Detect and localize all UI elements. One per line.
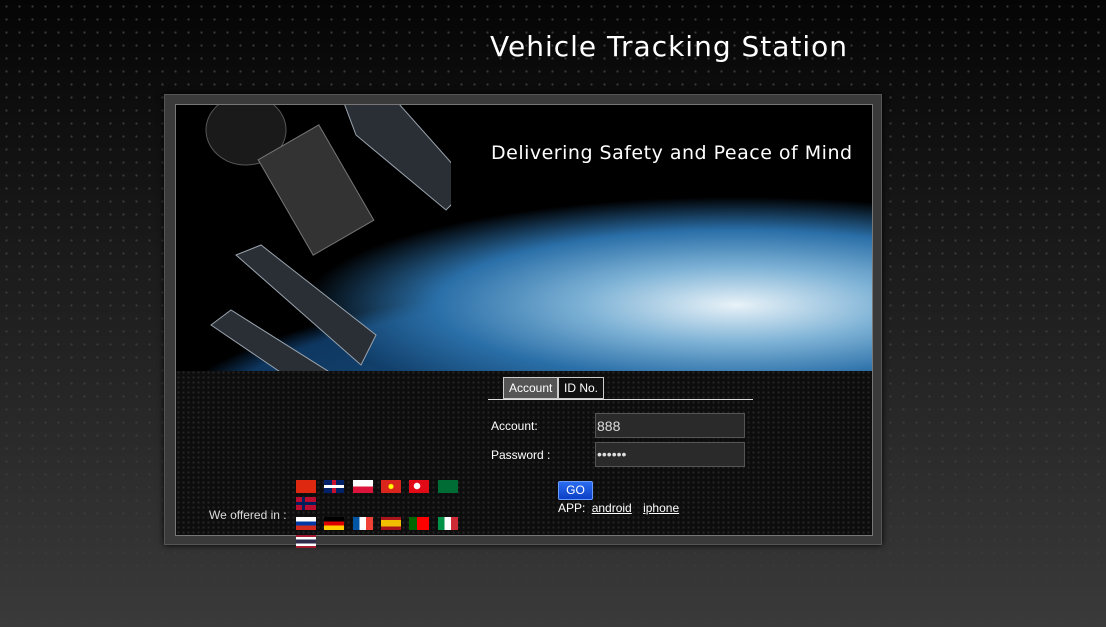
password-input[interactable]: •••••• [595,442,745,467]
flag-portugal-icon[interactable] [409,517,429,530]
site-title: Vehicle Tracking Station [490,30,849,63]
tab-id-no[interactable]: ID No. [558,377,605,399]
flag-saudi-arabia-icon[interactable] [438,480,458,493]
login-panel: Delivering Safety and Peace of Mind Acco… [164,94,882,548]
flag-vietnam-icon[interactable] [381,480,401,493]
flag-united-kingdom-icon[interactable] [324,480,344,493]
panel-inner: Delivering Safety and Peace of Mind Acco… [175,104,873,548]
flag-france-icon[interactable] [353,517,373,530]
password-label: Password : [491,448,551,462]
tab-account[interactable]: Account [503,377,559,399]
flag-china-icon[interactable] [296,480,316,493]
android-link[interactable]: android [592,501,632,515]
flag-norway-icon[interactable] [296,497,316,510]
satellite-image [205,105,451,371]
flag-thailand-icon[interactable] [296,535,316,548]
flag-spain-icon[interactable] [381,517,401,530]
flag-turkey-icon[interactable] [409,480,429,493]
flag-poland-icon[interactable] [353,480,373,493]
tagline: Delivering Safety and Peace of Mind [491,142,853,164]
go-button[interactable]: GO [558,481,593,500]
languages-label: We offered in : [209,508,287,522]
account-label: Account: [491,419,538,433]
hero-banner: Delivering Safety and Peace of Mind [176,105,872,371]
login-tabs: Account ID No. [488,371,753,400]
app-label: APP: [558,501,586,515]
flag-germany-icon[interactable] [324,517,344,530]
iphone-link[interactable]: iphone [643,501,679,515]
flag-russia-icon[interactable] [296,517,316,530]
flag-italy-icon[interactable] [438,517,458,530]
account-input[interactable] [595,413,745,438]
app-links: APP: android iphone [558,501,679,515]
